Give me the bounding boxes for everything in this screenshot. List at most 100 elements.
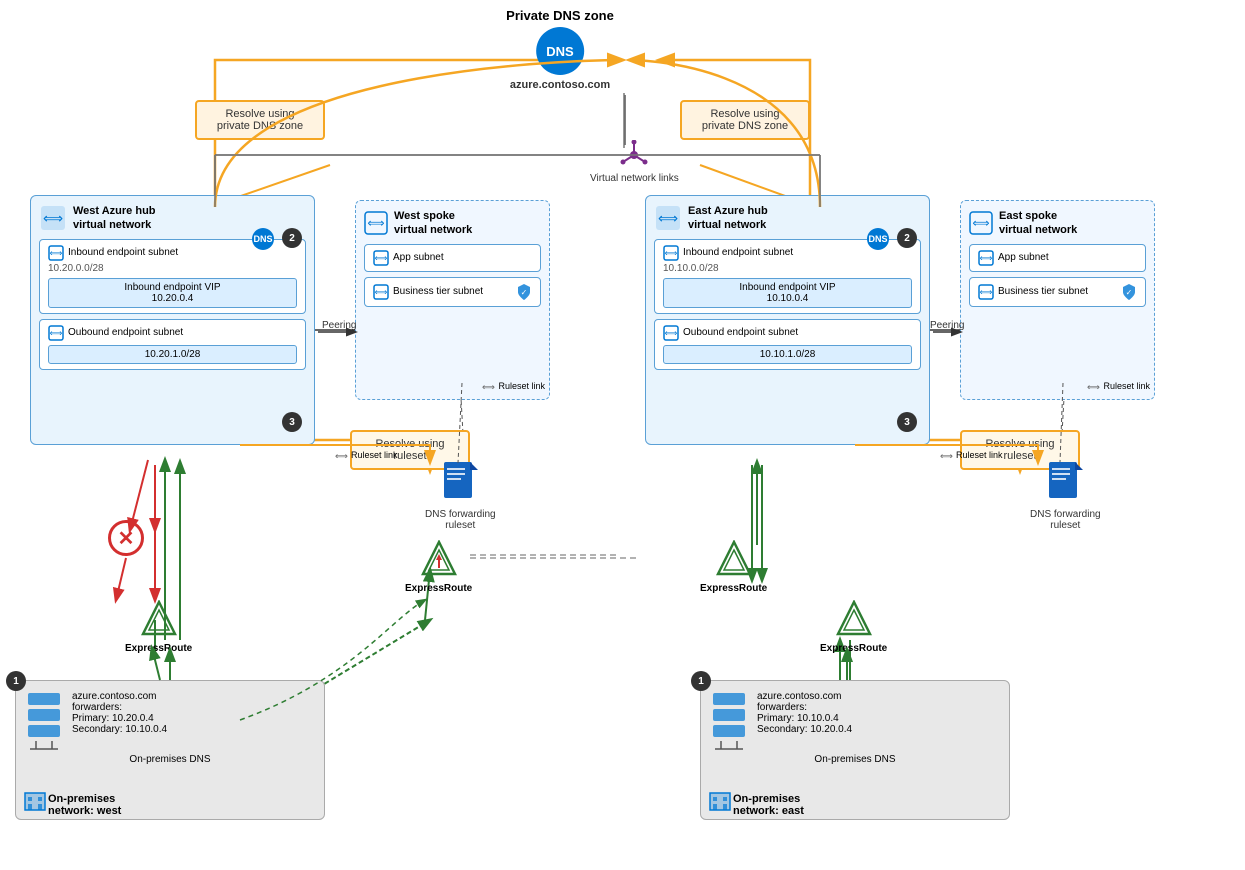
- svg-text:⟺: ⟺: [375, 253, 388, 263]
- east-hub-badge-2: 2: [897, 228, 917, 248]
- expressroute-west-label: ExpressRoute: [125, 643, 192, 654]
- svg-text:⟺: ⟺: [665, 248, 678, 258]
- onprem-west-box: 1 azure.contoso.com forwarders: Primary:…: [15, 680, 325, 820]
- private-dns-title: Private DNS zone: [506, 8, 614, 23]
- west-outbound-ruleset-link: ⟺ Ruleset link: [335, 450, 398, 460]
- vnet-links-label: Virtual network links: [590, 173, 679, 184]
- dns-fwd-east-label: DNS forwarding ruleset: [1030, 509, 1101, 531]
- vnet-links-icon: [619, 140, 649, 170]
- onprem-west-dns-info: azure.contoso.com forwarders: Primary: 1…: [72, 691, 167, 735]
- vnet-links: Virtual network links: [590, 140, 679, 184]
- svg-text:⟺: ⟺: [50, 248, 63, 258]
- west-app-subnet: ⟺ App subnet: [364, 244, 541, 272]
- dns-domain-label: azure.contoso.com: [506, 79, 614, 91]
- svg-text:✓: ✓: [521, 288, 528, 297]
- east-hub-title: East Azure hub virtual network: [688, 204, 768, 233]
- expressroute-center-west-icon: [421, 540, 457, 580]
- east-outbound-subnet: ⟺ Oubound endpoint subnet 10.10.1.0/28: [654, 319, 921, 370]
- expressroute-east-label: ExpressRoute: [820, 643, 887, 654]
- expressroute-center-east-label: ExpressRoute: [700, 583, 767, 594]
- svg-text:⟺: ⟺: [940, 451, 953, 460]
- west-inbound-label: Inbound endpoint subnet: [68, 247, 178, 258]
- svg-text:✓: ✓: [1126, 288, 1133, 297]
- east-business-shield-icon: ✓: [1121, 283, 1137, 301]
- east-hub-badge-3: 3: [897, 412, 917, 432]
- west-inbound-subnet: ⟺ Inbound endpoint subnet 10.20.0.0/28 I…: [39, 239, 306, 314]
- west-hub-network: ⟺ West Azure hub virtual network DNS 2 ⟺…: [30, 195, 315, 445]
- svg-text:⟺: ⟺: [482, 382, 495, 391]
- west-outbound-label: Oubound endpoint subnet: [68, 327, 183, 338]
- east-inbound-subnet: ⟺ Inbound endpoint subnet 10.10.0.0/28 I…: [654, 239, 921, 314]
- dns-fwd-west-label: DNS forwarding ruleset: [425, 509, 496, 531]
- east-hub-icon: ⟺: [654, 204, 682, 232]
- west-ruleset-link-icon: ⟺: [482, 381, 496, 391]
- west-ruleset-link-label: ⟺ Ruleset link: [482, 381, 545, 391]
- svg-text:⟺: ⟺: [367, 216, 384, 230]
- east-outbound-ruleset-icon: ⟺: [940, 450, 954, 460]
- east-spoke-network: ⟺ East spoke virtual network ⟺ App subne…: [960, 200, 1155, 400]
- west-hub-badge-3: 3: [282, 412, 302, 432]
- west-hub-icon: ⟺: [39, 204, 67, 232]
- resolve-box-right: Resolve using private DNS zone: [680, 100, 810, 140]
- west-hub-badge-2: 2: [282, 228, 302, 248]
- svg-text:⟺: ⟺: [43, 210, 63, 226]
- west-app-icon: ⟺: [373, 250, 389, 266]
- east-outbound-label: Oubound endpoint subnet: [683, 327, 798, 338]
- east-inbound-vip: Inbound endpoint VIP 10.10.0.4: [663, 278, 912, 308]
- diagram-container: Private DNS zone DNS azure.contoso.com V…: [0, 0, 1245, 870]
- dns-circle: DNS: [536, 27, 584, 75]
- east-outbound-cidr: 10.10.1.0/28: [663, 345, 912, 364]
- east-app-label: App subnet: [998, 252, 1049, 263]
- west-hub-title: West Azure hub virtual network: [73, 204, 156, 233]
- expressroute-west: ExpressRoute: [125, 600, 192, 654]
- svg-text:⟺: ⟺: [658, 210, 678, 226]
- east-app-subnet: ⟺ App subnet: [969, 244, 1146, 272]
- expressroute-west-icon: [141, 600, 177, 640]
- svg-text:⟺: ⟺: [665, 328, 678, 338]
- private-dns-zone: Private DNS zone DNS azure.contoso.com: [506, 8, 614, 91]
- west-business-label: Business tier subnet: [393, 286, 483, 297]
- onprem-west-building-icon: [24, 789, 46, 811]
- west-spoke-title: West spoke virtual network: [394, 209, 472, 238]
- resolve-box-left: Resolve using private DNS zone: [195, 100, 325, 140]
- onprem-east-building-icon: [709, 789, 731, 811]
- svg-text:⟺: ⟺: [972, 216, 989, 230]
- svg-text:⟺: ⟺: [335, 451, 348, 460]
- west-outbound-subnet: ⟺ Oubound endpoint subnet 10.20.1.0/28: [39, 319, 306, 370]
- onprem-east-dns-label: On-premises DNS: [711, 754, 999, 765]
- east-spoke-icon: ⟺: [969, 211, 993, 235]
- expressroute-east: ExpressRoute: [820, 600, 887, 654]
- onprem-west-network-label: On-premises network: west: [48, 793, 121, 817]
- onprem-east-box: 1 azure.contoso.com forwarders: Primary:…: [700, 680, 1010, 820]
- west-inbound-cidr: 10.20.0.0/28: [48, 263, 297, 274]
- east-business-subnet: ⟺ Business tier subnet ✓: [969, 277, 1146, 307]
- east-inbound-label: Inbound endpoint subnet: [683, 247, 793, 258]
- svg-text:⟺: ⟺: [375, 287, 388, 297]
- svg-text:⟺: ⟺: [1087, 382, 1100, 391]
- east-ruleset-link-icon: ⟺: [1087, 381, 1101, 391]
- svg-text:⟺: ⟺: [980, 253, 993, 263]
- east-hub-network: ⟺ East Azure hub virtual network DNS 2 ⟺…: [645, 195, 930, 445]
- west-business-subnet: ⟺ Business tier subnet ✓: [364, 277, 541, 307]
- east-outbound-ruleset-link: ⟺ Ruleset link: [940, 450, 1003, 460]
- expressroute-center-west: ExpressRoute: [405, 540, 472, 594]
- onprem-east-dns-info: azure.contoso.com forwarders: Primary: 1…: [757, 691, 852, 735]
- east-business-icon: ⟺: [978, 284, 994, 300]
- west-spoke-icon: ⟺: [364, 211, 388, 235]
- expressroute-center-west-label: ExpressRoute: [405, 583, 472, 594]
- east-business-label: Business tier subnet: [998, 286, 1088, 297]
- west-app-label: App subnet: [393, 252, 444, 263]
- dns-fwd-ruleset-east: DNS forwarding ruleset: [1030, 460, 1101, 531]
- expressroute-center-east: ExpressRoute: [700, 540, 767, 594]
- west-outbound-cidr: 10.20.1.0/28: [48, 345, 297, 364]
- onprem-east-server-icon: [711, 691, 747, 751]
- west-inbound-icon: ⟺: [48, 245, 64, 261]
- west-outbound-icon: ⟺: [48, 325, 64, 341]
- east-hub-dns-badge: DNS: [867, 228, 889, 250]
- east-app-icon: ⟺: [978, 250, 994, 266]
- west-hub-dns-badge: DNS: [252, 228, 274, 250]
- svg-text:⟺: ⟺: [50, 328, 63, 338]
- east-ruleset-link-label: ⟺ Ruleset link: [1087, 381, 1150, 391]
- onprem-east-network-label: On-premises network: east: [733, 793, 804, 817]
- east-outbound-icon: ⟺: [663, 325, 679, 341]
